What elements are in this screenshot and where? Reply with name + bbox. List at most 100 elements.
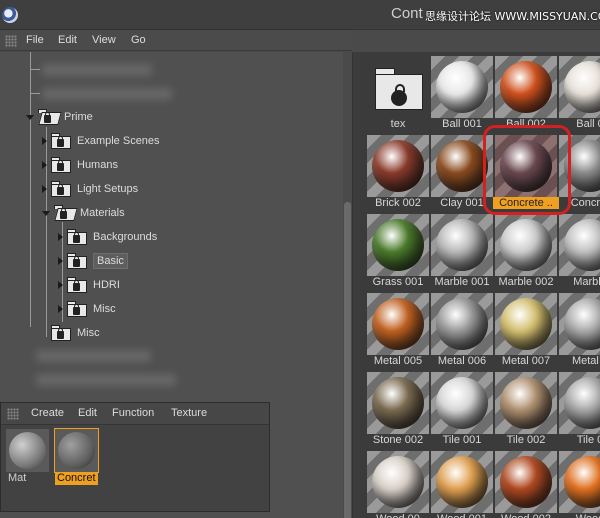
chevron-right-icon[interactable] [58,281,63,289]
material-preset[interactable]: Ball 002 [493,54,559,133]
preset-thumbnail [495,293,557,355]
material-preset[interactable]: Metal 005 [365,291,431,370]
material-ball [58,432,95,469]
material-ball [372,298,424,350]
tree-node-hdri[interactable]: HDRI [58,276,120,294]
menu-create[interactable]: Create [31,407,64,419]
material-preset[interactable]: Marble 001 [429,212,495,291]
material-preset[interactable]: Ball 0 [557,54,600,133]
material-preset[interactable]: Tile 0 [557,370,600,449]
material-ball [564,61,600,113]
material-preset[interactable]: Stone 002 [365,370,431,449]
blurred-row [42,64,152,76]
material-ball [372,377,424,429]
tree-node-light-setups[interactable]: Light Setups [42,180,138,198]
preset-thumbnail [431,135,493,197]
preset-label: tex [390,118,406,130]
material-ball [564,140,600,192]
tree-node-materials[interactable]: Materials [42,204,125,222]
chevron-right-icon[interactable] [58,305,63,313]
material-preset[interactable]: Wood 002 [493,449,559,518]
material-ball [372,140,424,192]
chevron-right-icon[interactable] [42,161,47,169]
preset-label: Marble 001 [434,276,490,288]
preset-thumbnail [431,293,493,355]
tree-node-misc-sub[interactable]: Misc [58,300,116,318]
material-preset[interactable]: Tile 001 [429,370,495,449]
preset-label: Grass 001 [372,276,424,288]
preset-thumbnail [559,214,600,276]
material-preset[interactable]: Metal 007 [493,291,559,370]
tree-scrollbar[interactable] [343,52,352,518]
material-preset[interactable]: Ball 001 [429,54,495,133]
grip-handle-icon[interactable] [7,408,19,420]
menu-view[interactable]: View [92,34,116,46]
menu-file[interactable]: File [26,34,44,46]
tree-node-prime[interactable]: Prime [26,108,93,126]
blurred-row [36,350,151,362]
chevron-right-icon[interactable] [42,185,47,193]
preset-thumbnail [495,214,557,276]
tree-guide [30,93,40,94]
material-thumb-concrete[interactable]: Concret [54,428,99,485]
folder-lock-icon [67,301,87,317]
material-preset[interactable]: Marble 002 [493,212,559,291]
chevron-down-icon[interactable] [26,114,34,120]
preset-thumbnail [559,451,600,513]
preset-label: Metal 006 [437,355,487,367]
material-ball [372,219,424,271]
material-menu-bar: Create Edit Function Texture [1,403,269,425]
menu-go[interactable]: Go [131,34,146,46]
material-preset[interactable]: Grass 001 [365,212,431,291]
material-ball [436,377,488,429]
preset-label: Tile 001 [442,434,482,446]
chevron-right-icon[interactable] [42,137,47,145]
grip-handle-icon[interactable] [5,35,17,47]
material-preset[interactable]: Concret [557,133,600,212]
preset-thumbnail [559,372,600,434]
preset-thumbnail [431,214,493,276]
material-preset[interactable]: Wood 001 [429,449,495,518]
preset-label: Clay 001 [440,197,484,209]
material-ball [500,377,552,429]
chevron-right-icon[interactable] [58,233,63,241]
preset-label: Wood 002 [493,513,559,518]
tree-node-humans[interactable]: Humans [42,156,118,174]
preset-thumbnail [367,372,429,434]
material-preset[interactable]: Metal 0 [557,291,600,370]
tree-node-example-scenes[interactable]: Example Scenes [42,132,160,150]
material-preset[interactable]: Brick 002 [365,133,431,212]
material-ball [9,432,46,469]
preset-label: Wood 001 [429,513,495,518]
preset-label: Wood [557,513,600,518]
material-preset[interactable]: Marble [557,212,600,291]
tree-node-basic[interactable]: Basic [58,252,128,270]
preset-label: Tile 0 [576,434,600,446]
menu-function[interactable]: Function [112,407,154,419]
material-preset[interactable]: Concrete .. [493,133,559,212]
material-ball [436,219,488,271]
material-ball [564,377,600,429]
tree-node-misc[interactable]: Misc [51,324,100,342]
preset-label: Metal 007 [501,355,551,367]
material-ball [500,298,552,350]
folder-lock-icon [375,68,423,114]
scrollbar-thumb[interactable] [344,202,351,518]
material-preset[interactable]: Wood 00 [365,449,431,518]
material-preset[interactable]: Tile 002 [493,370,559,449]
material-preset[interactable]: Wood [557,449,600,518]
tree-node-backgrounds[interactable]: Backgrounds [58,228,157,246]
menu-edit[interactable]: Edit [78,407,97,419]
panel-divider[interactable] [352,52,360,518]
menu-bar: File Edit View Go [0,31,352,51]
material-preset[interactable]: Metal 006 [429,291,495,370]
material-preset[interactable]: Clay 001 [429,133,495,212]
chevron-right-icon[interactable] [58,257,63,265]
chevron-down-icon[interactable] [42,210,50,216]
preset-label: Concret [570,197,600,209]
browser-folder-tex[interactable]: tex [365,54,431,133]
folder-lock-icon [51,181,71,197]
material-thumb-mat[interactable]: Mat [6,429,49,485]
menu-texture[interactable]: Texture [171,407,207,419]
menu-edit[interactable]: Edit [58,34,77,46]
